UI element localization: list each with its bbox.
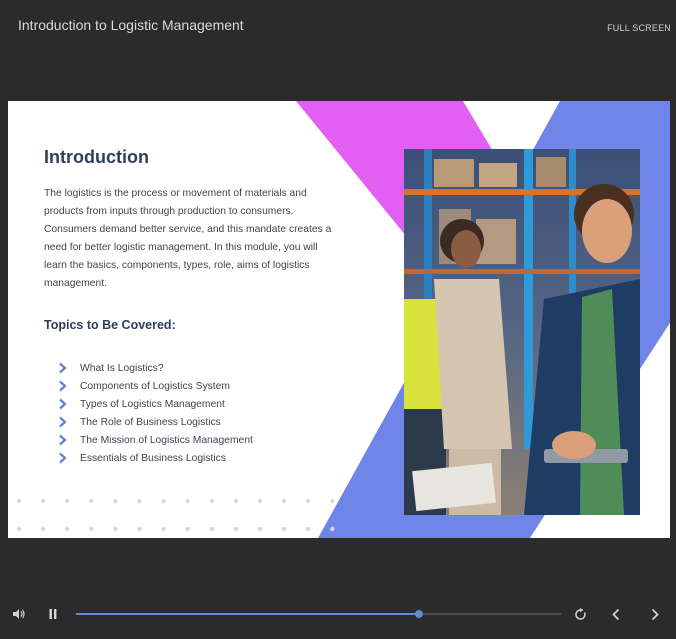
topic-label: Types of Logistics Management	[80, 398, 225, 410]
topic-label: Essentials of Business Logistics	[80, 452, 226, 464]
decor-dot	[281, 498, 287, 504]
topic-item: Essentials of Business Logistics	[58, 449, 253, 467]
decor-dot	[209, 498, 214, 504]
decor-dot	[306, 498, 311, 504]
chevron-right-icon	[59, 398, 67, 410]
topic-item: Components of Logistics System	[58, 377, 253, 395]
decor-dot	[185, 526, 190, 532]
pause-icon	[49, 609, 57, 619]
decor-dot	[40, 498, 46, 504]
decor-dot	[233, 498, 239, 504]
progress-bar[interactable]	[76, 610, 561, 618]
decor-dot	[209, 526, 214, 532]
decor-dot	[306, 526, 311, 532]
decor-dot	[161, 526, 166, 532]
topics-list: What Is Logistics? Components of Logisti…	[58, 359, 253, 467]
decor-dot	[257, 498, 263, 504]
course-title: Introduction to Logistic Management	[18, 17, 244, 33]
decor-dot	[113, 526, 118, 532]
previous-button[interactable]	[607, 605, 625, 623]
topic-label: Components of Logistics System	[80, 380, 230, 392]
decor-dot	[161, 498, 166, 504]
replay-icon	[574, 607, 586, 620]
pause-button[interactable]	[44, 606, 62, 622]
decor-dot	[137, 498, 142, 504]
decor-dot	[65, 498, 70, 504]
chevron-right-icon	[59, 380, 67, 392]
chevron-right-icon	[59, 452, 67, 464]
decor-dot	[89, 526, 94, 532]
topic-item: The Mission of Logistics Management	[58, 431, 253, 449]
decor-dot	[16, 498, 22, 504]
decor-dot	[257, 526, 263, 532]
volume-button[interactable]	[10, 606, 28, 622]
decor-dot	[40, 526, 46, 532]
decor-dot	[281, 526, 287, 532]
topic-label: What Is Logistics?	[80, 362, 164, 374]
decor-dot	[330, 498, 335, 504]
topic-item: Types of Logistics Management	[58, 395, 253, 413]
chevron-right-icon	[59, 434, 67, 446]
chevron-right-icon	[59, 362, 67, 374]
previous-icon	[612, 608, 620, 620]
decor-dot	[65, 526, 70, 532]
progress-handle[interactable]	[414, 610, 423, 618]
decor-dot	[113, 498, 118, 504]
decor-dot	[330, 526, 335, 532]
decor-dot	[89, 498, 94, 504]
topics-heading: Topics to Be Covered:	[44, 318, 176, 332]
topic-item: The Role of Business Logistics	[58, 413, 253, 431]
chevron-right-icon	[59, 416, 67, 428]
progress-fill	[76, 613, 419, 615]
topic-label: The Role of Business Logistics	[80, 416, 221, 428]
replay-button[interactable]	[571, 605, 589, 623]
decor-dot	[16, 526, 22, 532]
player-controls	[0, 600, 676, 630]
decor-dot	[233, 526, 239, 532]
slide-heading: Introduction	[44, 147, 149, 167]
warehouse-photo	[404, 149, 640, 515]
topic-label: The Mission of Logistics Management	[80, 434, 253, 446]
topic-item: What Is Logistics?	[58, 359, 253, 377]
next-icon	[651, 608, 659, 620]
next-button[interactable]	[646, 605, 664, 623]
volume-icon	[13, 609, 25, 619]
slide-canvas: Introduction The logistics is the proces…	[8, 101, 670, 538]
decor-dot	[137, 526, 142, 532]
fullscreen-button[interactable]: FULL SCREEN	[607, 23, 671, 33]
intro-paragraph: The logistics is the process or movement…	[44, 188, 332, 290]
decor-dot	[185, 498, 190, 504]
